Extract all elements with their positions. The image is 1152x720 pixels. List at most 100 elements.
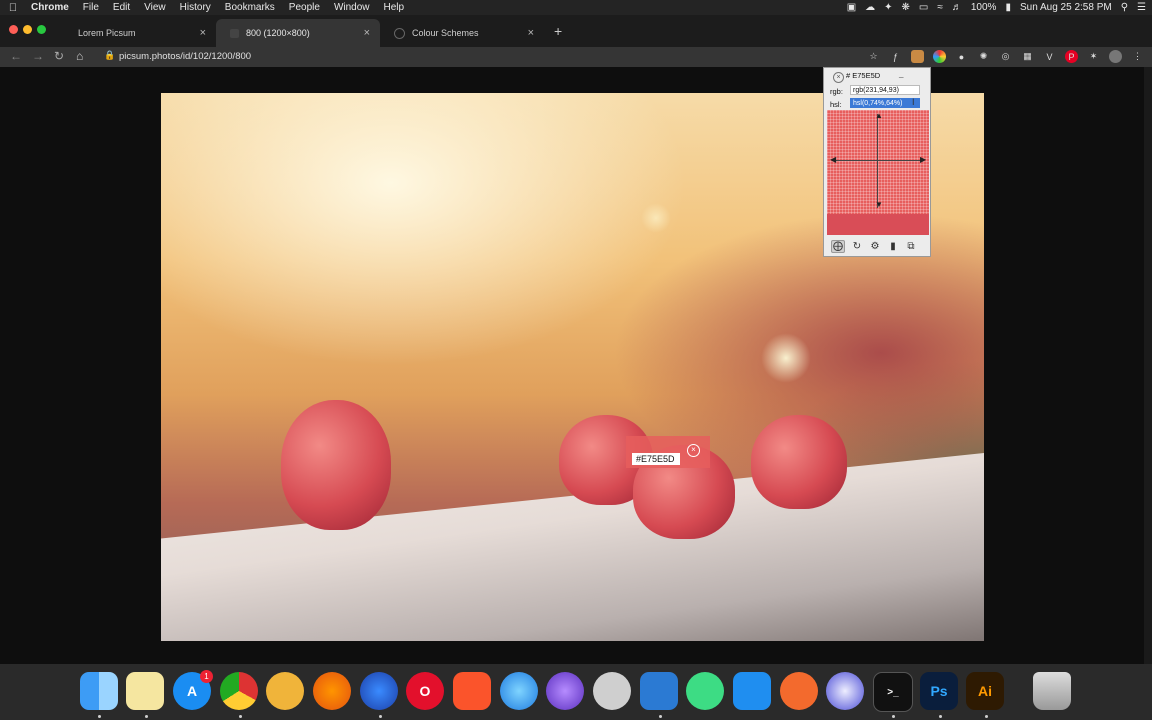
clock[interactable]: Sun Aug 25 2:58 PM xyxy=(1020,2,1112,13)
tab-lorem-picsum[interactable]: Lorem Picsum × xyxy=(64,19,216,47)
firefox-dev-icon[interactable] xyxy=(360,672,398,710)
settings-gear-icon[interactable]: ✺ xyxy=(977,50,990,63)
tab-close-icon[interactable]: × xyxy=(200,27,206,39)
trash-icon[interactable] xyxy=(1033,672,1071,710)
battery-percent[interactable]: 100% xyxy=(971,2,997,13)
menu-people[interactable]: People xyxy=(284,2,329,13)
illustrator-icon[interactable]: Ai xyxy=(966,672,1004,710)
bookmark-star-icon[interactable]: ☆ xyxy=(867,50,880,63)
arrow-left-icon: ◀ xyxy=(830,155,837,164)
slack-icon[interactable]: ❋ xyxy=(902,2,910,13)
target-icon[interactable]: ◎ xyxy=(999,50,1012,63)
picker-minimize-icon[interactable]: _ xyxy=(899,69,903,78)
scrollbar[interactable] xyxy=(1144,67,1152,664)
extension-icon[interactable] xyxy=(911,50,924,63)
battery-icon[interactable]: ▮ xyxy=(1005,2,1011,13)
notification-center-icon[interactable]: ☰ xyxy=(1137,2,1146,13)
chrome-icon[interactable] xyxy=(220,672,258,710)
window-close-button[interactable] xyxy=(9,25,18,34)
picker-settings-icon[interactable]: ⚙ xyxy=(869,241,881,252)
hsl-label: hsl: xyxy=(830,100,842,109)
copy-icon[interactable]: ▮ xyxy=(887,241,899,252)
home-icon[interactable]: ⌂ xyxy=(76,49,83,63)
photoshop-icon[interactable]: Ps xyxy=(920,672,958,710)
colorzilla-icon[interactable] xyxy=(933,50,946,63)
pen-icon[interactable] xyxy=(780,672,818,710)
chrome-canary-icon[interactable] xyxy=(266,672,304,710)
refresh-icon[interactable]: ↻ xyxy=(851,241,863,252)
menu-app-name[interactable]: Chrome xyxy=(26,2,78,13)
tool-icon[interactable] xyxy=(593,672,631,710)
vscode-icon[interactable] xyxy=(640,672,678,710)
brave-icon[interactable] xyxy=(453,672,491,710)
menu-view[interactable]: View xyxy=(139,2,175,13)
creative-cloud-icon[interactable]: ☁ xyxy=(865,2,875,13)
hex-color-tooltip: #E75E5D × xyxy=(626,436,710,468)
eyedropper-icon[interactable]: ⨁ xyxy=(831,239,845,253)
finder-icon[interactable] xyxy=(80,672,118,710)
reload-icon[interactable]: ↻ xyxy=(54,49,64,63)
browser-toolbar: ← → ↻ ⌂ 🔒 picsum.photos/id/102/1200/800 … xyxy=(0,47,1152,67)
window-zoom-button[interactable] xyxy=(37,25,46,34)
menu-edit[interactable]: Edit xyxy=(108,2,139,13)
picker-close-icon[interactable]: × xyxy=(833,72,844,83)
tab-colour-schemes[interactable]: Colour Schemes × xyxy=(380,19,544,47)
menu-bookmarks[interactable]: Bookmarks xyxy=(220,2,284,13)
android-studio-icon[interactable] xyxy=(686,672,724,710)
tab-strip: Lorem Picsum × 800 (1200×800) × Colour S… xyxy=(0,15,1152,47)
app-store-badge: 1 xyxy=(200,670,213,683)
notes-icon[interactable] xyxy=(126,672,164,710)
running-indicator xyxy=(939,715,942,718)
running-indicator xyxy=(892,715,895,718)
tab-close-icon[interactable]: × xyxy=(364,27,370,39)
raspberry xyxy=(281,400,391,530)
xcode-icon[interactable] xyxy=(733,672,771,710)
record-icon[interactable]: ● xyxy=(955,50,968,63)
picker-toolbar: ⨁ ↻ ⚙ ▮ ⧉ xyxy=(827,237,929,255)
tab-close-icon[interactable]: × xyxy=(528,27,534,39)
running-indicator xyxy=(98,715,101,718)
window-minimize-button[interactable] xyxy=(23,25,32,34)
color-picker-panel: × # E75E5D _ rgb: rgb(231,94,93) hsl: hs… xyxy=(823,67,931,257)
terminal-icon[interactable]: >_ xyxy=(873,672,913,712)
profile-avatar[interactable] xyxy=(1109,50,1122,63)
rgb-field[interactable]: rgb(231,94,93) xyxy=(850,85,920,95)
menu-bar:  Chrome File Edit View History Bookmark… xyxy=(0,0,1152,15)
volume-icon[interactable]: ♬ xyxy=(952,2,962,13)
menu-kebab-icon[interactable]: ⋮ xyxy=(1131,50,1144,63)
function-extension-icon[interactable]: ƒ xyxy=(889,50,902,63)
back-icon[interactable]: ← xyxy=(10,49,22,63)
illustrator-label: Ai xyxy=(978,683,992,699)
firefox-icon[interactable] xyxy=(313,672,351,710)
puzzle-icon[interactable]: ✶ xyxy=(1087,50,1100,63)
photoshop-label: Ps xyxy=(930,683,948,699)
tooltip-close-icon[interactable]: × xyxy=(687,444,700,457)
app-icon[interactable] xyxy=(826,672,864,710)
raspberry xyxy=(751,415,847,509)
menu-file[interactable]: File xyxy=(78,2,108,13)
new-tab-icon[interactable]: + xyxy=(554,23,562,39)
extension-icon[interactable]: ✦ xyxy=(884,2,892,13)
screen-icon[interactable]: ▣ xyxy=(847,2,856,13)
display-icon[interactable]: ▭ xyxy=(919,2,928,13)
safari-preview-icon[interactable] xyxy=(546,672,584,710)
vue-devtools-icon[interactable]: V xyxy=(1043,50,1056,63)
tab-image-800[interactable]: 800 (1200×800) × xyxy=(216,19,380,47)
opera-icon[interactable]: O xyxy=(406,672,444,710)
menu-history[interactable]: History xyxy=(175,2,220,13)
forward-icon[interactable]: → xyxy=(32,49,44,63)
menu-help[interactable]: Help xyxy=(379,2,414,13)
pinterest-icon[interactable]: P xyxy=(1065,50,1078,63)
grid-icon[interactable]: ▦ xyxy=(1021,50,1034,63)
apple-icon[interactable]:  xyxy=(0,2,26,14)
safari-icon[interactable] xyxy=(500,672,538,710)
address-bar[interactable]: picsum.photos/id/102/1200/800 xyxy=(119,51,251,62)
spotlight-search-icon[interactable]: ⚲ xyxy=(1121,2,1128,13)
hsl-field[interactable]: hsl(0,74%,64%) xyxy=(850,98,920,108)
menu-window[interactable]: Window xyxy=(329,2,379,13)
popout-icon[interactable]: ⧉ xyxy=(905,241,917,252)
lock-icon[interactable]: 🔒 xyxy=(104,50,115,61)
picker-hex-value[interactable]: # E75E5D xyxy=(846,71,880,80)
wifi-icon[interactable]: ≈ xyxy=(937,2,943,13)
hex-value-field[interactable]: #E75E5D xyxy=(632,453,680,465)
